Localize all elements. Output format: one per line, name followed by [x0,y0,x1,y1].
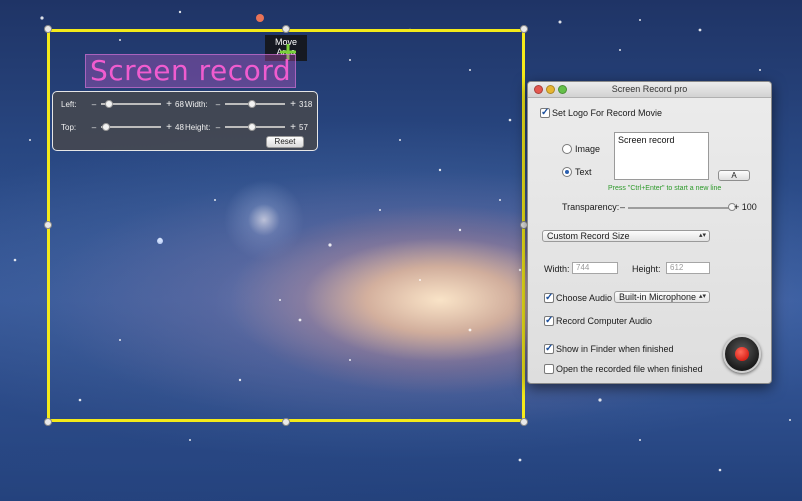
font-button[interactable]: A [718,170,750,181]
width-slider-row: Width: – + 318 [185,98,321,110]
image-radio[interactable] [562,144,572,154]
width-input[interactable]: 744 [572,262,618,274]
audio-source-selected: Built-in Microphone [619,292,697,302]
screen-record-pro-window: Screen Record pro ✓ Set Logo For Record … [527,81,772,384]
chevron-updown-icon: ▴▾ [698,232,706,239]
width-value: 318 [299,99,313,109]
chevron-updown-icon: ▴▾ [698,293,706,300]
left-slider-row: Left: – + 68 [61,98,197,110]
record-computer-audio-checkbox[interactable]: ✓ [544,316,554,326]
height-increase-button[interactable]: + [287,122,299,133]
resize-handle-bottom-right[interactable] [520,418,528,426]
transparency-decrease-button[interactable]: – [620,202,625,212]
transparency-max-label[interactable]: + 100 [734,202,757,212]
open-recorded-file-label: Open the recorded file when finished [556,364,703,374]
left-increase-button[interactable]: + [163,99,175,110]
text-radio-label: Text [575,167,592,177]
new-line-hint: Press "Ctrl+Enter" to start a new line [608,185,722,192]
width-slider-knob[interactable] [248,100,256,108]
text-radio[interactable] [562,167,572,177]
record-size-select[interactable]: Custom Record Size ▴▾ [542,230,710,242]
transparency-label: Transparency: [562,202,620,212]
show-in-finder-checkbox[interactable]: ✓ [544,344,554,354]
height-slider-row: Height: – + 57 [185,121,321,133]
record-computer-audio-label: Record Computer Audio [556,316,653,326]
height-value: 57 [299,122,308,132]
top-slider-row: Top: – + 48 [61,121,197,133]
record-icon [735,347,749,361]
audio-source-select[interactable]: Built-in Microphone ▴▾ [614,291,710,303]
show-in-finder-label: Show in Finder when finished [556,344,674,354]
top-slider[interactable] [101,123,161,131]
height-label: Height: [632,264,661,274]
set-logo-label: Set Logo For Record Movie [552,108,663,118]
height-label: Height: [185,122,211,132]
resize-handle-top[interactable] [282,25,290,33]
top-label: Top: [61,122,77,132]
top-decrease-button[interactable]: – [89,123,99,132]
transparency-slider[interactable] [628,203,736,211]
width-decrease-button[interactable]: – [213,100,223,109]
text-radio-selected-dot [565,170,569,174]
left-decrease-button[interactable]: – [89,100,99,109]
record-button[interactable] [723,335,761,373]
resize-handle-top-left[interactable] [44,25,52,33]
window-title: Screen Record pro [611,84,688,94]
left-slider-knob[interactable] [104,100,113,108]
set-logo-checkbox[interactable]: ✓ [540,108,550,118]
left-label: Left: [61,99,77,109]
width-slider[interactable] [225,100,285,108]
choose-audio-label: Choose Audio [556,293,613,303]
width-increase-button[interactable]: + [287,99,299,110]
logo-watermark-text[interactable]: Screen record [85,54,297,88]
choose-audio-checkbox[interactable]: ✓ [544,293,554,303]
top-slider-knob[interactable] [102,123,111,131]
open-recorded-file-checkbox[interactable] [544,364,554,374]
logo-text-field[interactable]: Screen record [614,132,709,180]
resize-handle-left[interactable] [44,221,52,229]
left-slider[interactable] [101,100,161,108]
width-label: Width: [544,264,570,274]
height-decrease-button[interactable]: – [213,123,223,132]
resize-handle-top-right[interactable] [520,25,528,33]
image-radio-label: Image [575,144,601,154]
resize-handle-bottom[interactable] [282,418,290,426]
window-titlebar[interactable]: Screen Record pro [528,82,771,98]
width-label: Width: [185,99,208,109]
height-input[interactable]: 612 [666,262,710,274]
top-increase-button[interactable]: + [163,122,175,133]
height-slider-knob[interactable] [248,123,256,131]
height-slider[interactable] [225,123,285,131]
record-size-selected: Custom Record Size [547,231,630,241]
reset-button[interactable]: Reset [266,136,304,148]
resize-handle-bottom-left[interactable] [44,418,52,426]
